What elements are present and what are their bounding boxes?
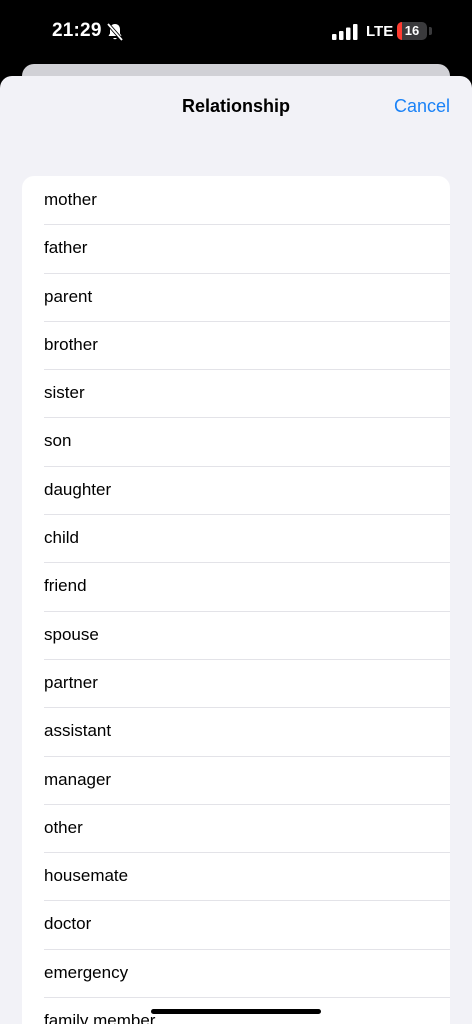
relationship-option[interactable]: assistant xyxy=(22,707,450,755)
relationship-option[interactable]: partner xyxy=(22,658,450,707)
relationship-option[interactable]: manager xyxy=(22,755,450,804)
relationship-list: mother father parent brother sister son daught… xyxy=(22,176,450,1024)
battery-level-text: 16 xyxy=(404,23,420,38)
relationship-option[interactable]: daughter xyxy=(22,465,450,514)
relationship-option[interactable]: sister xyxy=(22,369,450,417)
status-bar: 21:29 LTE 16 xyxy=(0,0,472,64)
battery-nub xyxy=(429,27,432,35)
relationship-option[interactable]: housemate xyxy=(22,852,450,900)
relationship-sheet: Relationship Cancel mother father parent br… xyxy=(0,76,472,1024)
network-type: LTE xyxy=(366,23,394,40)
battery-icon: 16 xyxy=(397,22,427,40)
cancel-button[interactable]: Cancel xyxy=(394,96,450,117)
relationship-option[interactable]: friend xyxy=(22,562,450,610)
relationship-option[interactable]: son xyxy=(22,417,450,465)
home-indicator[interactable] xyxy=(151,1009,321,1014)
relationship-option[interactable]: child xyxy=(22,514,450,562)
relationship-option[interactable]: emergency xyxy=(22,948,450,997)
cellular-signal-icon xyxy=(332,24,358,40)
relationship-option[interactable]: father xyxy=(22,224,450,272)
bell-slash-icon xyxy=(106,22,124,42)
relationship-option[interactable]: mother xyxy=(22,176,450,224)
relationship-option[interactable]: brother xyxy=(22,320,450,369)
relationship-option[interactable]: spouse xyxy=(22,610,450,659)
relationship-option[interactable]: parent xyxy=(22,272,450,321)
status-time: 21:29 xyxy=(52,20,102,41)
relationship-option[interactable]: doctor xyxy=(22,900,450,948)
relationship-option[interactable]: other xyxy=(22,803,450,852)
